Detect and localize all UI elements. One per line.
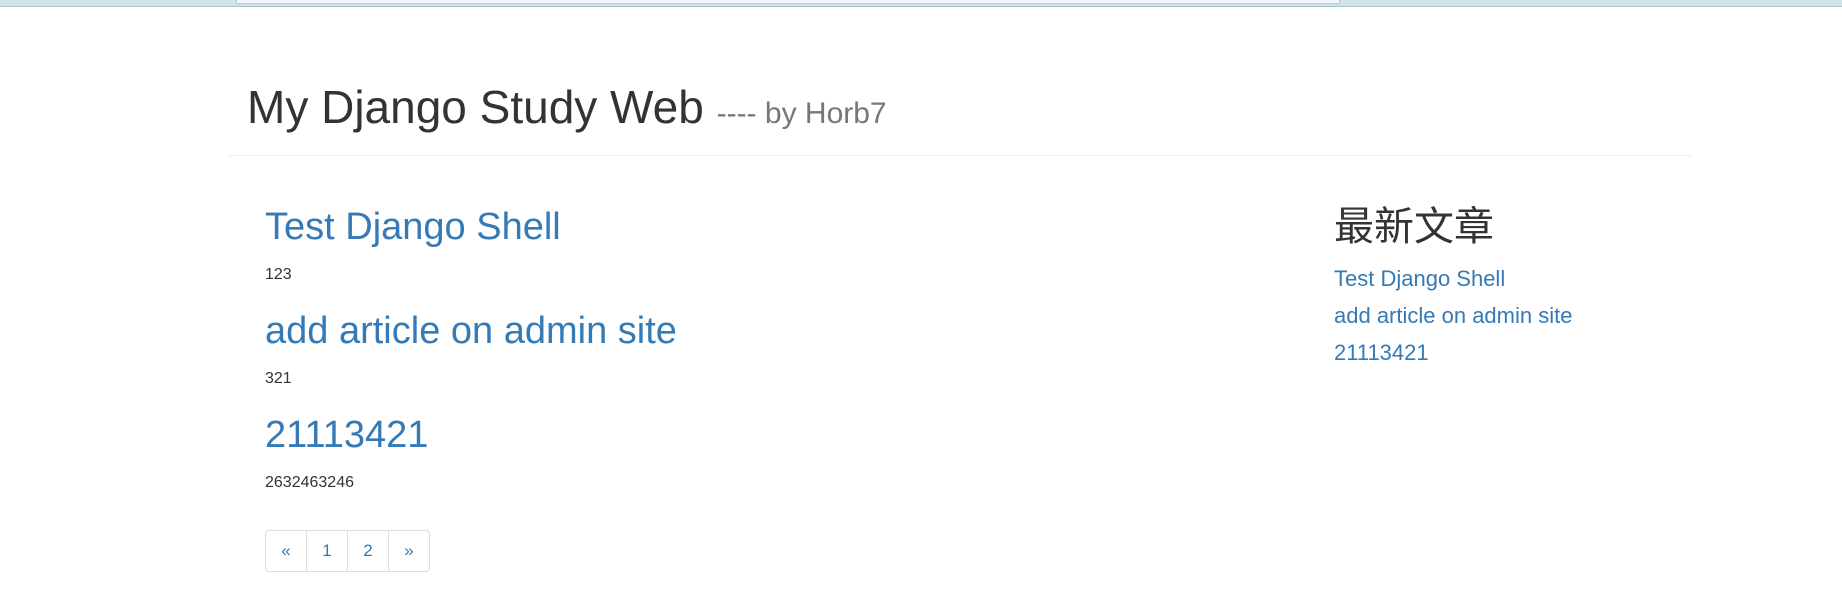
- article-title-link[interactable]: Test Django Shell: [265, 200, 1165, 254]
- article-body: 321: [265, 370, 292, 387]
- pagination-prev-item: «: [265, 530, 307, 572]
- article-title-link[interactable]: add article on admin site: [265, 304, 1165, 358]
- pagination-next-item: »: [388, 530, 430, 572]
- page-header: My Django Study Web ---- by Horb7: [229, 80, 1691, 156]
- pagination-prev-button[interactable]: «: [265, 530, 307, 572]
- pagination-page-item: 1: [306, 530, 348, 572]
- sidebar-link[interactable]: add article on admin site: [1334, 297, 1674, 334]
- site-subtitle: ---- by Horb7: [716, 97, 887, 130]
- article-item: 21113421 2632463246: [265, 408, 1165, 494]
- browser-top-bar: [0, 0, 1842, 7]
- address-bar-edge: [236, 0, 1340, 4]
- article-item: add article on admin site 321: [265, 304, 1165, 390]
- pagination: « 1 2 »: [265, 530, 430, 572]
- pagination-page-2[interactable]: 2: [347, 530, 389, 572]
- page-title: My Django Study Web ---- by Horb7: [247, 80, 887, 141]
- site-title: My Django Study Web: [247, 81, 704, 133]
- sidebar-link[interactable]: 21113421: [1334, 334, 1674, 371]
- pagination-page-1[interactable]: 1: [306, 530, 348, 572]
- article-list: Test Django Shell 123 add article on adm…: [265, 200, 1165, 512]
- pagination-page-item: 2: [347, 530, 389, 572]
- sidebar-link[interactable]: Test Django Shell: [1334, 260, 1674, 297]
- sidebar-latest-articles: 最新文章 Test Django Shell add article on ad…: [1334, 200, 1674, 371]
- article-title-link[interactable]: 21113421: [265, 408, 1165, 462]
- article-body: 2632463246: [265, 474, 354, 491]
- sidebar-heading: 最新文章: [1334, 205, 1494, 249]
- article-body: 123: [265, 266, 292, 283]
- pagination-next-button[interactable]: »: [388, 530, 430, 572]
- article-item: Test Django Shell 123: [265, 200, 1165, 286]
